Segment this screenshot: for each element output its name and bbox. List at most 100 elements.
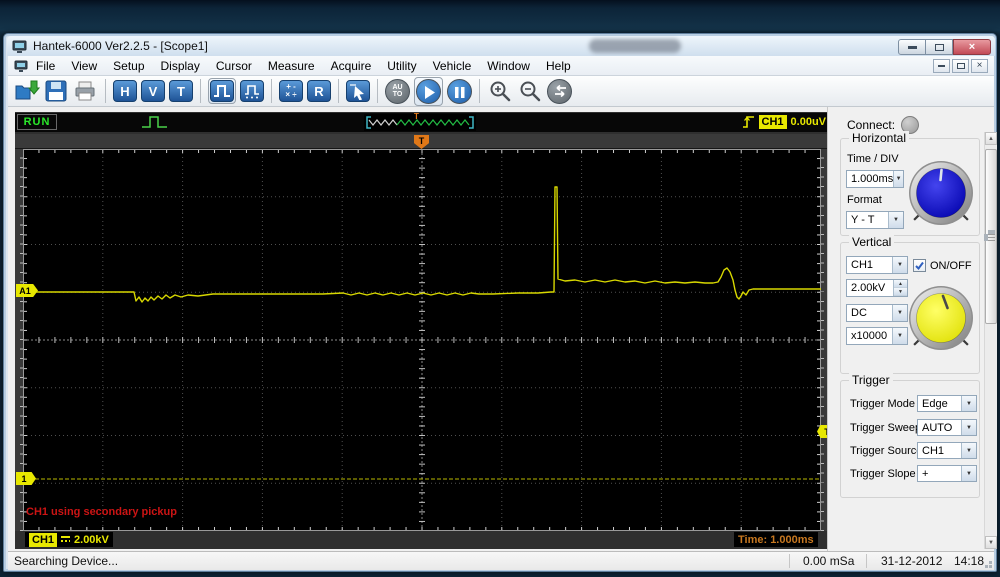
restore-icon: [957, 63, 965, 69]
refresh-button[interactable]: [547, 79, 572, 104]
pulse-measure-button[interactable]: [240, 80, 264, 102]
pause-icon: [447, 80, 472, 103]
swap-arrows-icon: [549, 80, 571, 102]
check-icon: [914, 260, 925, 271]
onoff-label: ON/OFF: [930, 260, 972, 272]
buffer-preview-slider[interactable]: T: [364, 114, 476, 131]
ch1-badge: CH1: [29, 533, 57, 547]
menu-utility[interactable]: Utility: [379, 57, 424, 75]
channel-onoff-checkbox[interactable]: [913, 259, 926, 272]
format-select[interactable]: Y - T ▼: [846, 211, 904, 229]
sample-rate: 0.00 mSa: [803, 554, 854, 568]
thumb-grip-icon: [988, 234, 995, 241]
math-button[interactable]: + - × ÷: [279, 80, 303, 102]
menu-help[interactable]: Help: [538, 57, 579, 75]
coupling-select[interactable]: DC ▼: [846, 304, 908, 322]
horizontal-system-button[interactable]: H: [113, 80, 137, 102]
window-close-button[interactable]: ×: [953, 39, 991, 55]
panel-scrollbar[interactable]: ▲ ▼: [984, 132, 997, 549]
window-minimize-button[interactable]: [898, 39, 926, 55]
spin-down-icon[interactable]: ▼: [894, 288, 907, 296]
trigger-source-label: Trigger Source: [850, 445, 922, 457]
trigger-source-select[interactable]: CH1 ▼: [917, 442, 977, 459]
trigger-level-value: 0.00uV: [791, 116, 826, 128]
toolbar-separator: [200, 79, 201, 103]
menu-display[interactable]: Display: [153, 57, 208, 75]
menu-cursor[interactable]: Cursor: [208, 57, 260, 75]
pulse-button[interactable]: [210, 80, 234, 102]
menu-setup[interactable]: Setup: [105, 57, 152, 75]
volts-div-knob[interactable]: [907, 284, 975, 352]
connect-label: Connect:: [847, 118, 895, 132]
zoom-in-button[interactable]: [487, 79, 513, 103]
probe-value: x10000: [851, 330, 887, 342]
chevron-down-icon: ▼: [892, 328, 907, 344]
time-div-select[interactable]: 1.000ms ▼: [846, 170, 904, 188]
scroll-down-button[interactable]: ▼: [985, 536, 997, 549]
zoom-out-button[interactable]: [517, 79, 543, 103]
probe-attenuation-select[interactable]: x10000 ▼: [846, 327, 908, 345]
open-button[interactable]: [14, 79, 40, 103]
trigger-mode-value: Edge: [922, 398, 948, 410]
trigger-mode-label: Trigger Mode: [850, 398, 915, 410]
preview-trigger-marker[interactable]: T: [414, 112, 419, 121]
trigger-position-marker[interactable]: T: [414, 135, 429, 149]
trigger-position-label: T: [419, 136, 425, 146]
r-label: R: [314, 84, 323, 99]
channel-select[interactable]: CH1 ▼: [846, 256, 908, 274]
trigger-sweep-select[interactable]: AUTO ▼: [917, 419, 977, 436]
mdi-minimize-button[interactable]: [933, 59, 950, 73]
volts-div-spinner[interactable]: 2.00kV ▲▼: [846, 279, 908, 297]
time-div-value: 1.000ms: [851, 173, 893, 185]
menu-acquire[interactable]: Acquire: [323, 57, 380, 75]
vertical-system-button[interactable]: V: [141, 80, 165, 102]
pulse-mode-selected: [208, 78, 236, 104]
mdi-restore-button[interactable]: [952, 59, 969, 73]
cursor-measure-button[interactable]: [346, 80, 370, 102]
vertical-group: Vertical CH1 ▼ ON/OFF 2.00kV ▲▼ DC: [840, 242, 980, 374]
trigger-group: Trigger Trigger Mode Edge ▼ Trigger Swee…: [840, 380, 980, 498]
title-bar: Hantek-6000 Ver2.2.5 - [Scope1] ×: [7, 36, 995, 56]
resize-grip[interactable]: [989, 565, 992, 568]
app-icon: [12, 40, 27, 53]
pause-button[interactable]: [447, 79, 472, 104]
auto-label-top: AU: [392, 84, 402, 91]
spin-up-icon[interactable]: ▲: [894, 280, 907, 288]
open-folder-icon: [14, 79, 40, 103]
horizontal-group-title: Horizontal: [849, 131, 909, 145]
menu-view[interactable]: View: [63, 57, 105, 75]
minimize-icon: [938, 65, 945, 67]
timebase-knob[interactable]: [907, 159, 975, 227]
h-label: H: [120, 84, 129, 99]
status-separator: [789, 554, 790, 568]
menu-measure[interactable]: Measure: [260, 57, 323, 75]
scrollbar-thumb[interactable]: [985, 149, 997, 324]
window-maximize-button[interactable]: [926, 39, 953, 55]
menu-window[interactable]: Window: [479, 57, 538, 75]
trigger-system-button[interactable]: T: [169, 80, 193, 102]
scroll-up-button[interactable]: ▲: [985, 132, 997, 145]
chevron-down-icon: ▼: [892, 257, 907, 273]
trigger-mode-select[interactable]: Edge ▼: [917, 395, 977, 412]
client-area: RUN T CH1 0.00uV: [8, 107, 994, 551]
start-selected: [414, 77, 443, 106]
v-label: V: [149, 84, 158, 99]
menu-file[interactable]: File: [28, 57, 63, 75]
mdi-close-button[interactable]: ×: [971, 59, 988, 73]
zoom-in-icon: [487, 79, 513, 103]
trigger-channel-badge: CH1: [759, 115, 787, 129]
print-button[interactable]: [72, 79, 98, 103]
channel-value: CH1: [851, 259, 873, 271]
trigger-slope-select[interactable]: + ▼: [917, 465, 977, 482]
run-indicator: RUN: [17, 114, 57, 130]
reference-button[interactable]: R: [307, 80, 331, 102]
ch1-marker-label: A1: [19, 286, 31, 296]
trigger-sweep-label: Trigger Sweep: [850, 422, 921, 434]
autoset-button[interactable]: AU TO: [385, 79, 410, 104]
status-separator: [866, 554, 867, 568]
start-button[interactable]: [416, 79, 441, 104]
save-button[interactable]: [44, 79, 68, 103]
trigger-readout: CH1 0.00uV: [742, 114, 826, 129]
menu-vehicle[interactable]: Vehicle: [425, 57, 480, 75]
trigger-sweep-value: AUTO: [922, 422, 952, 434]
